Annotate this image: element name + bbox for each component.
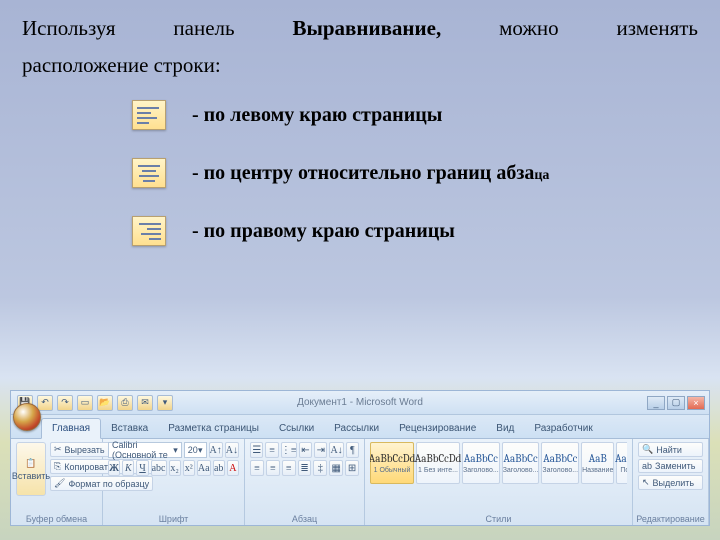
align-item-left: - по левому краю страницы <box>132 100 698 130</box>
group-label: Стили <box>365 514 632 524</box>
qat-quick-icon[interactable]: ⎙ <box>117 395 133 411</box>
tab-references[interactable]: Ссылки <box>269 419 324 438</box>
style-item[interactable]: AaBbCcЗаголово... <box>462 442 500 484</box>
qat-email-icon[interactable]: ✉ <box>137 395 153 411</box>
underline-button[interactable]: Ч <box>136 460 148 476</box>
heading-line2: расположение строки: <box>22 53 698 78</box>
group-font: Calibri (Основной те▾ 20▾ A↑ A↓ Ж К Ч ab… <box>103 439 245 525</box>
superscript-button[interactable]: x² <box>183 460 195 476</box>
numbering-button[interactable]: ≡ <box>265 442 278 458</box>
group-label: Абзац <box>245 514 364 524</box>
italic-button[interactable]: К <box>122 460 134 476</box>
close-button[interactable]: × <box>687 396 705 410</box>
qat-more-icon[interactable]: ▾ <box>157 395 173 411</box>
minimize-button[interactable]: _ <box>647 396 665 410</box>
find-button[interactable]: 🔍Найти <box>638 442 703 457</box>
sort-button[interactable]: A↓ <box>329 442 343 458</box>
font-size-dropdown[interactable]: 20▾ <box>184 442 207 458</box>
multilevel-button[interactable]: ⋮≡ <box>281 442 297 458</box>
tab-developer[interactable]: Разработчик <box>524 419 602 438</box>
align-left-button[interactable]: ≡ <box>250 460 264 476</box>
word: Используя <box>22 16 116 41</box>
align-right-icon <box>132 216 166 246</box>
maximize-button[interactable]: ▢ <box>667 396 685 410</box>
group-label: Буфер обмена <box>11 514 102 524</box>
heading-row: Используя панель Выравнивание, можно изм… <box>22 16 698 41</box>
paste-button[interactable]: 📋 Вставить <box>16 442 46 496</box>
brush-icon: 🖌 <box>54 478 65 489</box>
style-item[interactable]: AaBbCcDd1 Обычный <box>370 442 414 484</box>
qat-new-icon[interactable]: ▭ <box>77 395 93 411</box>
window-title: Документ1 - Microsoft Word <box>297 397 423 408</box>
word: можно <box>499 16 559 41</box>
tab-view[interactable]: Вид <box>486 419 524 438</box>
style-item[interactable]: AaBbCcЗаголово... <box>541 442 579 484</box>
align-center-button[interactable]: ≡ <box>266 460 280 476</box>
line-spacing-button[interactable]: ‡ <box>313 460 327 476</box>
word: изменять <box>617 16 699 41</box>
tab-mailings[interactable]: Рассылки <box>324 419 389 438</box>
clipboard-icon: 📋 <box>25 458 36 469</box>
word-bold: Выравнивание, <box>292 16 441 41</box>
align-right-label: - по правому краю страницы <box>192 220 455 243</box>
align-right-button[interactable]: ≡ <box>282 460 296 476</box>
replace-icon: ab <box>642 461 652 471</box>
cursor-icon: ↖ <box>642 477 650 488</box>
group-label: Редактирование <box>633 514 708 524</box>
office-button[interactable] <box>13 403 41 431</box>
justify-button[interactable]: ≣ <box>298 460 312 476</box>
scissors-icon: ✂ <box>54 444 62 455</box>
bold-button[interactable]: Ж <box>108 460 120 476</box>
tab-layout[interactable]: Разметка страницы <box>158 419 269 438</box>
style-item[interactable]: AaBbCcDd1 Без инте... <box>416 442 460 484</box>
group-label: Шрифт <box>103 514 244 524</box>
style-item[interactable]: AaBbCcЗаголово... <box>502 442 540 484</box>
word: панель <box>173 16 234 41</box>
outdent-button[interactable]: ⇤ <box>299 442 312 458</box>
style-item[interactable]: AaBbCcDdПодзагол... <box>616 442 627 484</box>
strike-button[interactable]: abc <box>151 460 167 476</box>
font-name-dropdown[interactable]: Calibri (Основной те▾ <box>108 442 182 458</box>
shrink-font-button[interactable]: A↓ <box>225 442 239 458</box>
bullets-button[interactable]: ☰ <box>250 442 263 458</box>
copy-icon: ⎘ <box>54 461 61 472</box>
borders-button[interactable]: ⊞ <box>345 460 359 476</box>
grow-font-button[interactable]: A↑ <box>209 442 223 458</box>
case-button[interactable]: Aa <box>197 460 211 476</box>
align-item-center: - по центру относительно границ абзаца <box>132 158 698 188</box>
group-paragraph: ☰ ≡ ⋮≡ ⇤ ⇥ A↓ ¶ ≡ ≡ ≡ ≣ ‡ ▦ ⊞ Абзац <box>245 439 365 525</box>
tab-insert[interactable]: Вставка <box>101 419 158 438</box>
align-center-label: - по центру относительно границ абзаца <box>192 162 549 185</box>
ribbon-groups: 📋 Вставить ✂Вырезать ⎘Копировать 🖌Формат… <box>11 439 709 525</box>
select-button[interactable]: ↖Выделить <box>638 475 703 490</box>
group-clipboard: 📋 Вставить ✂Вырезать ⎘Копировать 🖌Формат… <box>11 439 103 525</box>
qat-undo-icon[interactable]: ↶ <box>37 395 53 411</box>
group-editing: 🔍Найти abЗаменить ↖Выделить Редактирован… <box>633 439 709 525</box>
style-item[interactable]: AaBНазвание <box>581 442 614 484</box>
qat-redo-icon[interactable]: ↷ <box>57 395 73 411</box>
replace-button[interactable]: abЗаменить <box>638 459 703 473</box>
search-icon: 🔍 <box>642 444 653 455</box>
shading-button[interactable]: ▦ <box>329 460 343 476</box>
align-left-label: - по левому краю страницы <box>192 104 442 127</box>
font-color-button[interactable]: A <box>227 460 239 476</box>
highlight-button[interactable]: ab <box>213 460 225 476</box>
tab-home[interactable]: Главная <box>41 418 101 439</box>
tab-review[interactable]: Рецензирование <box>389 419 486 438</box>
show-marks-button[interactable]: ¶ <box>346 442 359 458</box>
subscript-button[interactable]: x₂ <box>169 460 181 476</box>
titlebar: 💾 ↶ ↷ ▭ 📂 ⎙ ✉ ▾ Документ1 - Microsoft Wo… <box>11 391 709 415</box>
align-center-icon <box>132 158 166 188</box>
align-left-icon <box>132 100 166 130</box>
group-styles: AaBbCcDd1 ОбычныйAaBbCcDd1 Без инте...Aa… <box>365 439 633 525</box>
word-ribbon: 💾 ↶ ↷ ▭ 📂 ⎙ ✉ ▾ Документ1 - Microsoft Wo… <box>10 390 710 526</box>
indent-button[interactable]: ⇥ <box>314 442 327 458</box>
qat-open-icon[interactable]: 📂 <box>97 395 113 411</box>
align-item-right: - по правому краю страницы <box>132 216 698 246</box>
ribbon-tabs: Главная Вставка Разметка страницы Ссылки… <box>11 415 709 439</box>
